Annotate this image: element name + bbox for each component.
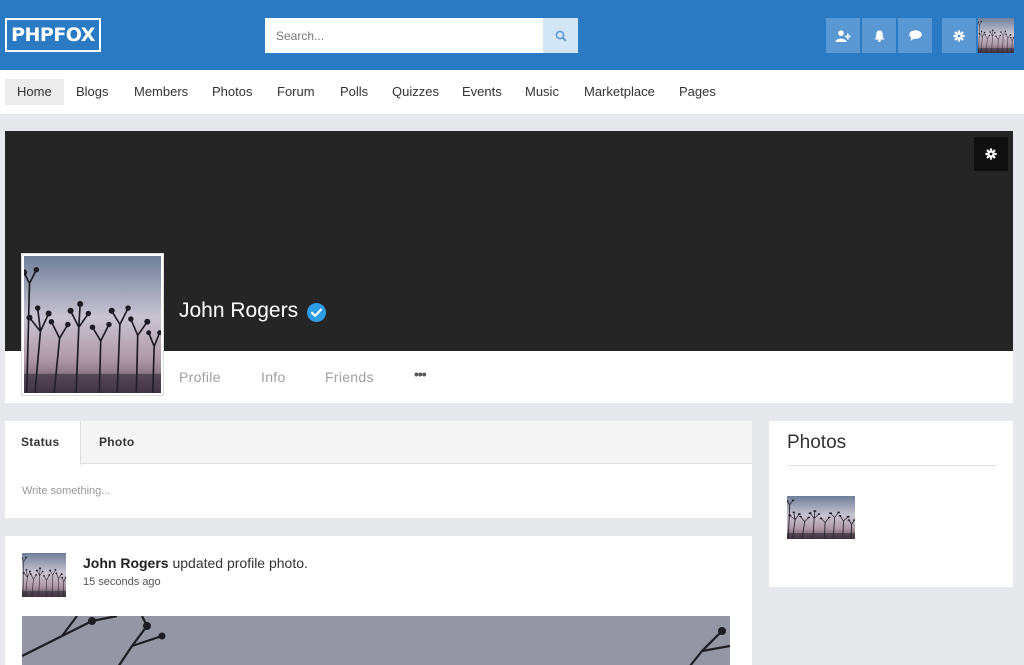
gear-icon	[953, 29, 965, 42]
feed-timestamp[interactable]: 15 seconds ago	[83, 576, 161, 588]
add-friend-icon	[835, 29, 851, 42]
feed-photo[interactable]	[22, 616, 730, 665]
more-tabs-button[interactable]: •••	[414, 366, 427, 382]
profile-name: John Rogers	[179, 299, 299, 322]
site-logo[interactable]: PHPFOX	[5, 18, 101, 52]
divider	[787, 465, 996, 466]
search-input[interactable]	[265, 18, 543, 53]
feed-author-link[interactable]: John Rogers	[83, 555, 169, 571]
main-nav: Home Blogs Members Photos Forum Polls Qu…	[0, 70, 1024, 114]
gear-icon	[985, 148, 997, 160]
nav-item-photos[interactable]: Photos	[200, 79, 264, 105]
tab-friends[interactable]: Friends	[325, 369, 374, 385]
nav-item-events[interactable]: Events	[450, 79, 514, 105]
nav-item-forum[interactable]: Forum	[265, 79, 327, 105]
nav-item-polls[interactable]: Polls	[328, 79, 380, 105]
top-bar: PHPFOX	[0, 0, 1024, 70]
verified-badge-icon	[307, 303, 326, 322]
feed-action-text: updated profile photo.	[168, 555, 308, 571]
nav-item-music[interactable]: Music	[513, 79, 571, 105]
profile-avatar[interactable]	[22, 254, 163, 395]
tab-profile[interactable]: Profile	[179, 369, 221, 385]
nav-item-marketplace[interactable]: Marketplace	[572, 79, 667, 105]
settings-button[interactable]	[942, 18, 976, 53]
friend-requests-button[interactable]	[826, 18, 860, 53]
tab-info[interactable]: Info	[261, 369, 286, 385]
nav-item-blogs[interactable]: Blogs	[64, 79, 121, 105]
composer-tab-photo[interactable]: Photo	[99, 421, 135, 464]
nav-item-members[interactable]: Members	[122, 79, 200, 105]
photos-widget-title: Photos	[787, 432, 847, 453]
bell-icon	[874, 30, 884, 42]
composer-tab-status[interactable]: Status	[5, 421, 81, 465]
notifications-button[interactable]	[862, 18, 896, 53]
messages-button[interactable]	[898, 18, 932, 53]
search-icon	[555, 30, 567, 42]
cover-settings-button[interactable]	[974, 137, 1008, 171]
feed-author-avatar[interactable]	[22, 553, 66, 597]
search-box	[265, 18, 578, 53]
status-composer: Status Photo Write something...	[5, 421, 752, 518]
status-input[interactable]: Write something...	[22, 485, 110, 497]
photo-thumbnail[interactable]	[787, 496, 855, 539]
nav-item-quizzes[interactable]: Quizzes	[380, 79, 451, 105]
feed-headline: John Rogers updated profile photo.	[83, 555, 308, 571]
user-avatar[interactable]	[978, 18, 1014, 53]
nav-item-pages[interactable]: Pages	[667, 79, 728, 105]
composer-tabs: Status Photo	[5, 421, 752, 465]
chat-icon	[908, 30, 922, 41]
nav-item-home[interactable]: Home	[5, 79, 64, 105]
search-button[interactable]	[543, 18, 578, 53]
